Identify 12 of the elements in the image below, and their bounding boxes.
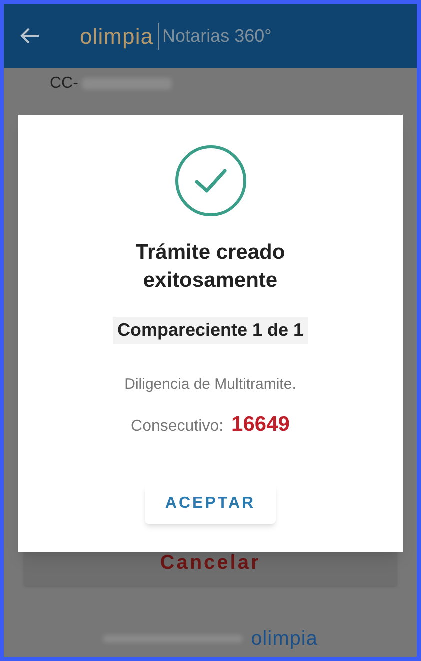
dialog-title: Trámite creado exitosamente bbox=[134, 240, 286, 294]
consecutive-value: 16649 bbox=[232, 412, 290, 438]
logo-text: olimpia bbox=[80, 22, 154, 51]
footer-logo: olimpia bbox=[251, 627, 318, 652]
accept-button[interactable]: ACEPTAR bbox=[145, 484, 276, 524]
description-text: Diligencia de Multitramite. bbox=[124, 375, 296, 395]
document-label: CC- bbox=[50, 74, 78, 94]
dialog-subtitle: Compareciente 1 de 1 bbox=[113, 317, 308, 344]
consecutive-label: Consecutivo: bbox=[131, 416, 224, 436]
app-subtitle: Notarias 360° bbox=[158, 22, 272, 50]
back-arrow-icon[interactable] bbox=[20, 27, 40, 45]
check-circle-icon bbox=[174, 145, 246, 217]
